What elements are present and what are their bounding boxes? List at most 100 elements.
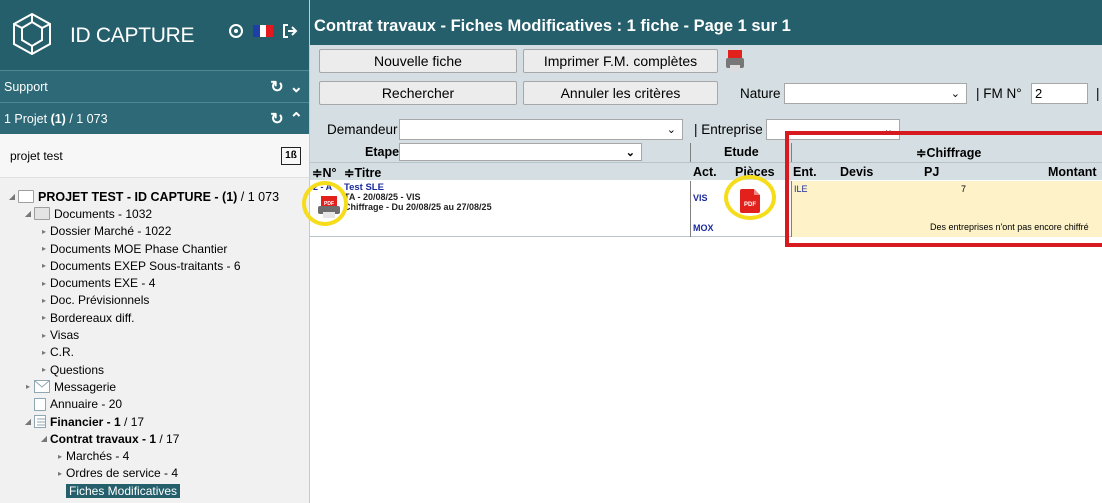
sidebar-header: ID CAPTURE: [0, 0, 309, 70]
tree-node-label[interactable]: Documents EXEP Sous-traitants - 6: [50, 259, 241, 273]
collapsed-arrow-icon[interactable]: ▸: [38, 331, 50, 340]
collapsed-arrow-icon[interactable]: ▸: [54, 469, 66, 478]
french-flag-icon[interactable]: [253, 25, 274, 37]
collapsed-arrow-icon[interactable]: ▸: [38, 227, 50, 236]
nature-select[interactable]: ⌄: [784, 83, 967, 104]
tree-node[interactable]: Annuaire - 20: [0, 396, 309, 413]
filter-toggle-icon[interactable]: 1ß: [281, 146, 301, 165]
logout-icon[interactable]: [281, 22, 299, 40]
project-bar[interactable]: 1 Projet (1) / 1 073 ↻ ⌃: [0, 102, 309, 134]
tree-node-text: Messagerie: [54, 379, 117, 394]
new-fiche-button[interactable]: Nouvelle fiche: [319, 49, 517, 73]
tree-node[interactable]: ▸ Dossier Marché - 1022: [0, 223, 309, 240]
tree-node-label[interactable]: Documents - 1032: [54, 207, 152, 221]
tree-node-bold: Financier - 1: [50, 414, 121, 429]
tree-node[interactable]: ▸ Messagerie: [0, 378, 309, 395]
collapsed-arrow-icon[interactable]: ▸: [38, 348, 50, 357]
row-line3: Chiffrage - Du 20/08/25 au 27/08/25: [344, 202, 492, 212]
tree-node-label[interactable]: Doc. Prévisionnels: [50, 293, 149, 307]
collapsed-arrow-icon[interactable]: ▸: [38, 279, 50, 288]
project-filter[interactable]: projet test 1ß: [0, 134, 309, 178]
tree-node-text: Fiches Modificatives: [69, 483, 178, 498]
collapsed-arrow-icon[interactable]: ▸: [22, 382, 34, 391]
tree-node-label[interactable]: Financier - 1 / 17: [50, 415, 144, 429]
project-filter-value[interactable]: projet test: [10, 149, 281, 163]
chevron-down-icon[interactable]: ⌄: [290, 77, 303, 97]
tree-node[interactable]: ▸ C.R.: [0, 344, 309, 361]
refresh-icon[interactable]: ↻: [270, 109, 283, 129]
tree-node-label[interactable]: Documents MOE Phase Chantier: [50, 242, 227, 256]
fm-number-input[interactable]: 2: [1031, 83, 1088, 104]
etape-label: Etape: [365, 145, 400, 159]
project-tree: ◢ PROJET TEST - ID CAPTURE - (1) / 1 073 ◢…: [0, 178, 309, 503]
tree-node-text: Visas: [50, 328, 80, 343]
demandeur-select[interactable]: ⌄: [399, 119, 683, 140]
row-line2: TA - 20/08/25 - VIS: [344, 192, 421, 202]
tree-node-label[interactable]: Bordereaux diff.: [50, 311, 135, 325]
tree-node-label[interactable]: Documents EXE - 4: [50, 276, 155, 290]
col-titre[interactable]: ≑Titre: [344, 165, 381, 180]
envelope-icon: [34, 380, 50, 394]
tree-node[interactable]: ▸ Bordereaux diff.: [0, 309, 309, 326]
list-icon: [34, 415, 46, 428]
col-num[interactable]: ≑N°: [312, 165, 337, 180]
expanded-arrow-icon[interactable]: ◢: [6, 192, 18, 201]
collapsed-arrow-icon[interactable]: ▸: [38, 313, 50, 322]
tree-node-text: Ordres de service - 4: [66, 466, 179, 481]
tree-node-label[interactable]: Contrat travaux - 1 / 17: [50, 432, 179, 446]
tree-node-label[interactable]: Marchés - 4: [66, 449, 129, 463]
tree-node-label[interactable]: Dossier Marché - 1022: [50, 224, 171, 238]
tree-node[interactable]: ◢ PROJET TEST - ID CAPTURE - (1) / 1 073: [0, 188, 309, 205]
collapsed-arrow-icon[interactable]: ▸: [38, 244, 50, 253]
tree-node-label[interactable]: Annuaire - 20: [50, 397, 122, 411]
tree-node-text: / 17: [120, 414, 145, 429]
tree-node-label[interactable]: PROJET TEST - ID CAPTURE - (1) / 1 073: [38, 190, 279, 204]
collapsed-arrow-icon[interactable]: ▸: [38, 365, 50, 374]
tree-node-bold: PROJET TEST - ID CAPTURE - (1): [38, 189, 238, 204]
tree-node[interactable]: ▸ Marchés - 4: [0, 447, 309, 464]
etape-select[interactable]: ⌄: [399, 143, 642, 161]
tree-node[interactable]: Fiches Modificatives: [0, 482, 309, 499]
pdf-print-icon[interactable]: [726, 50, 744, 72]
tree-node[interactable]: ▸ Ordres de service - 4: [0, 465, 309, 482]
etude-group-header: Etude: [724, 145, 759, 159]
print-fm-button[interactable]: Imprimer F.M. complètes: [523, 49, 718, 73]
folder-open-icon: [34, 207, 50, 221]
row-act-mox[interactable]: MOX: [693, 223, 714, 233]
column-divider: [690, 143, 691, 162]
support-icon[interactable]: [227, 22, 245, 40]
chevron-up-icon[interactable]: ⌃: [290, 109, 303, 129]
row-act-vis[interactable]: VIS: [693, 193, 708, 203]
tree-node-label[interactable]: Messagerie: [54, 380, 116, 394]
expanded-arrow-icon[interactable]: ◢: [38, 434, 50, 443]
expanded-arrow-icon[interactable]: ◢: [22, 417, 34, 426]
tree-node-label[interactable]: C.R.: [50, 345, 74, 359]
tree-node[interactable]: ▸ Documents MOE Phase Chantier: [0, 240, 309, 257]
expanded-arrow-icon[interactable]: ◢: [22, 209, 34, 218]
refresh-icon[interactable]: ↻: [270, 77, 283, 97]
collapsed-arrow-icon[interactable]: ▸: [38, 296, 50, 305]
tree-node-label[interactable]: Ordres de service - 4: [66, 466, 178, 480]
tree-node[interactable]: ▸ Documents EXE - 4: [0, 274, 309, 291]
tree-node[interactable]: ◢ Documents - 1032: [0, 205, 309, 222]
collapsed-arrow-icon[interactable]: ▸: [54, 452, 66, 461]
tree-node[interactable]: Devis hors Fiches Modificatives: [0, 499, 309, 503]
tree-node[interactable]: ▸ Doc. Prévisionnels: [0, 292, 309, 309]
cancel-criteria-button[interactable]: Annuler les critères: [523, 81, 718, 105]
tree-node-label[interactable]: Fiches Modificatives: [66, 483, 181, 498]
support-bar[interactable]: Support ↻ ⌄: [0, 70, 309, 102]
demandeur-label: Demandeur: [327, 122, 398, 137]
tree-node[interactable]: ▸ Questions: [0, 361, 309, 378]
search-button[interactable]: Rechercher: [319, 81, 517, 105]
trailing-pipe: |: [1096, 86, 1100, 101]
tree-node[interactable]: ◢ Contrat travaux - 1 / 17: [0, 430, 309, 447]
header-icons: [227, 22, 299, 40]
tree-node-label[interactable]: Questions: [50, 363, 104, 377]
tree-node[interactable]: ▸ Visas: [0, 326, 309, 343]
annotation-box: [785, 131, 1102, 247]
tree-node-text: Bordereaux diff.: [50, 310, 135, 325]
tree-node-label[interactable]: Visas: [50, 328, 79, 342]
tree-node[interactable]: ◢ Financier - 1 / 17: [0, 413, 309, 430]
tree-node[interactable]: ▸ Documents EXEP Sous-traitants - 6: [0, 257, 309, 274]
collapsed-arrow-icon[interactable]: ▸: [38, 261, 50, 270]
